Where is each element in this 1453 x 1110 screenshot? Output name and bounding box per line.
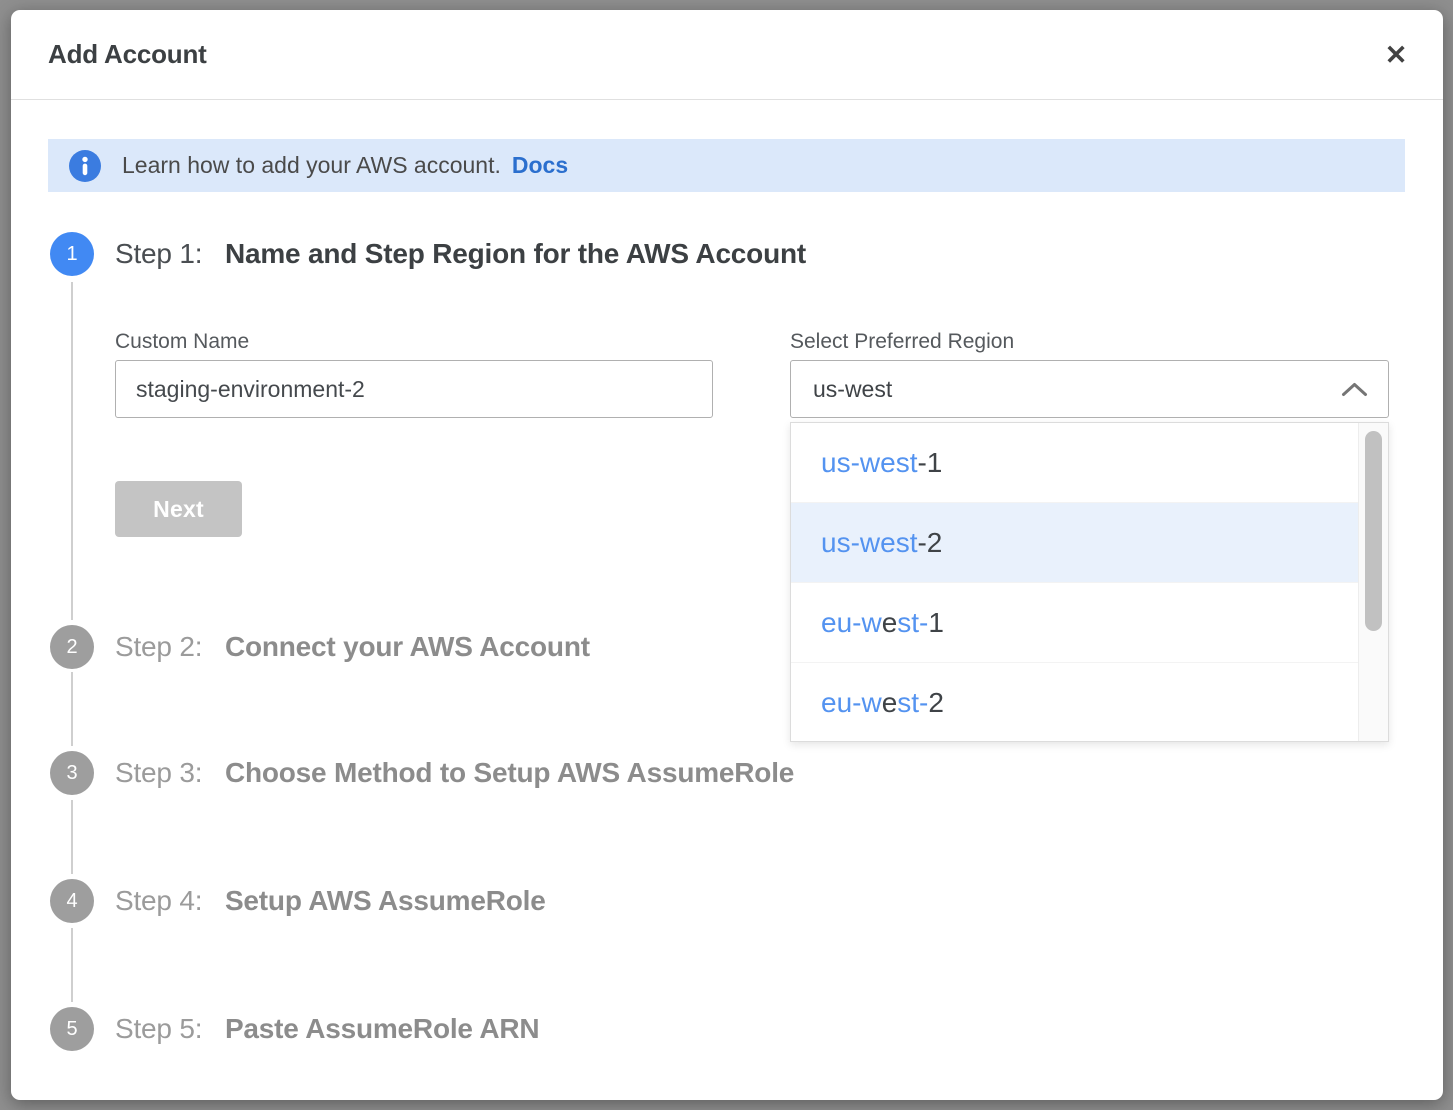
step-1-heading: 1 Step 1: Name and Step Region for the A…	[50, 232, 806, 276]
region-dropdown: us-west-1 us-west-2 eu-west-1 eu-west-2	[790, 422, 1389, 742]
step-5-prefix: Step 5:	[115, 1013, 202, 1044]
region-option-us-west-2[interactable]: us-west-2	[791, 503, 1358, 583]
header-divider	[11, 99, 1443, 100]
step-connector-2	[71, 672, 73, 746]
modal-backdrop: Add Account ✕ Learn how to add your AWS …	[0, 0, 1453, 1110]
option-plain-text: e	[882, 687, 898, 719]
dropdown-scrollbar-thumb[interactable]	[1365, 431, 1382, 631]
step-3-badge: 3	[50, 751, 94, 795]
step-4-badge: 4	[50, 879, 94, 923]
docs-link[interactable]: Docs	[512, 152, 568, 179]
option-plain-text: e	[882, 607, 898, 639]
option-plain-text: 2	[928, 687, 944, 719]
chevron-up-icon[interactable]	[1341, 382, 1368, 397]
modal-header: Add Account ✕	[11, 10, 1443, 99]
step-2-heading: 2 Step 2: Connect your AWS Account	[50, 625, 590, 669]
step-5-title: Paste AssumeRole ARN	[225, 1013, 539, 1044]
option-match-text: us-west	[821, 447, 917, 479]
option-match-text: eu-w	[821, 607, 882, 639]
step-connector-1	[71, 282, 73, 620]
region-options-list: us-west-1 us-west-2 eu-west-1 eu-west-2	[791, 423, 1358, 741]
add-account-modal: Add Account ✕ Learn how to add your AWS …	[11, 10, 1443, 1100]
close-button[interactable]: ✕	[1375, 34, 1417, 76]
dropdown-scrollbar-track[interactable]	[1358, 423, 1388, 741]
region-option-eu-west-1[interactable]: eu-west-1	[791, 583, 1358, 663]
custom-name-label: Custom Name	[115, 330, 249, 354]
option-match-text: st-	[897, 687, 928, 719]
region-option-eu-west-2[interactable]: eu-west-2	[791, 663, 1358, 743]
info-banner: Learn how to add your AWS account. Docs	[48, 139, 1405, 192]
step-2-prefix: Step 2:	[115, 631, 202, 662]
step-1-prefix: Step 1:	[115, 238, 202, 269]
step-3-heading: 3 Step 3: Choose Method to Setup AWS Ass…	[50, 751, 794, 795]
option-plain-text: -2	[917, 527, 942, 559]
option-match-text: st-	[897, 607, 928, 639]
info-icon	[69, 150, 101, 182]
next-button[interactable]: Next	[115, 481, 242, 537]
region-option-us-west-1[interactable]: us-west-1	[791, 423, 1358, 503]
step-connector-3	[71, 800, 73, 874]
step-2-badge: 2	[50, 625, 94, 669]
option-plain-text: 1	[928, 607, 944, 639]
banner-text: Learn how to add your AWS account.	[122, 152, 501, 179]
region-label: Select Preferred Region	[790, 330, 1014, 354]
step-4-heading: 4 Step 4: Setup AWS AssumeRole	[50, 879, 546, 923]
step-4-title: Setup AWS AssumeRole	[225, 885, 546, 916]
region-combobox[interactable]: us-west	[790, 360, 1389, 418]
modal-title: Add Account	[48, 10, 207, 99]
step-2-title: Connect your AWS Account	[225, 631, 590, 662]
step-3-prefix: Step 3:	[115, 757, 202, 788]
option-match-text: eu-w	[821, 687, 882, 719]
option-plain-text: -1	[917, 447, 942, 479]
step-5-badge: 5	[50, 1007, 94, 1051]
step-4-prefix: Step 4:	[115, 885, 202, 916]
region-value: us-west	[813, 376, 892, 403]
step-3-title: Choose Method to Setup AWS AssumeRole	[225, 757, 794, 788]
option-match-text: us-west	[821, 527, 917, 559]
step-1-title: Name and Step Region for the AWS Account	[225, 238, 806, 269]
custom-name-input[interactable]	[115, 360, 713, 418]
step-5-heading: 5 Step 5: Paste AssumeRole ARN	[50, 1007, 539, 1051]
close-icon: ✕	[1385, 40, 1408, 71]
step-1-badge: 1	[50, 232, 94, 276]
step-connector-4	[71, 928, 73, 1002]
